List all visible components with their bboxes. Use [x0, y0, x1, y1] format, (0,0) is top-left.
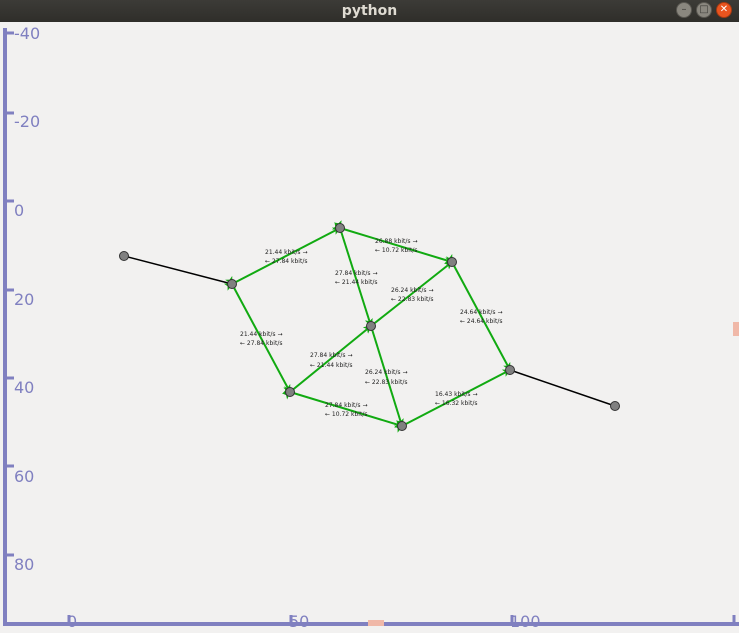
graph-node[interactable] [447, 257, 457, 267]
edge-label: 21.44 kbit/s → [265, 249, 307, 256]
x-tick-label: 100 [510, 612, 541, 631]
maximize-icon: □ [699, 4, 709, 15]
graph-node[interactable] [610, 401, 620, 411]
graph-node[interactable] [119, 251, 129, 261]
edge-label: 24.64 kbit/s → [460, 309, 502, 316]
bottom-edge-marker [368, 620, 384, 626]
y-tick-label: -40 [14, 24, 40, 43]
edge-line [223, 227, 341, 291]
y-tick-label: 20 [14, 290, 34, 309]
graph-node[interactable] [397, 421, 407, 431]
edge-line [282, 325, 372, 400]
edge-label: 26.24 kbit/s → [391, 287, 433, 294]
x-tick-label: 50 [289, 612, 309, 631]
edge-label: ← 24.64 kbit/s [460, 318, 502, 325]
edge-label: ← 21.44 kbit/s [335, 279, 377, 286]
edge-label: ← 27.84 kbit/s [240, 340, 282, 347]
edge-label: ← 10.72 kbit/s [325, 411, 367, 418]
edge-label: 21.44 kbit/s → [240, 331, 282, 338]
graph-node[interactable] [366, 321, 376, 331]
edge-label: ← 10.72 kbit/s [375, 247, 417, 254]
edge-line [365, 318, 404, 427]
close-icon: ✕ [719, 4, 729, 15]
edge-line [363, 261, 453, 334]
nodes [119, 223, 620, 431]
graph-node[interactable] [505, 365, 515, 375]
edge-label: ← 27.84 kbit/s [265, 258, 307, 265]
edge-line [334, 220, 373, 327]
window-titlebar[interactable]: python – □ ✕ [0, 0, 739, 22]
y-tick-label: 80 [14, 555, 34, 574]
edge-label: 27.84 kbit/s → [310, 352, 352, 359]
graph-node[interactable] [285, 387, 295, 397]
graph-node[interactable] [335, 223, 345, 233]
right-edge-marker [733, 322, 739, 336]
y-ticks: -40 -20 0 20 40 60 80 [5, 24, 40, 574]
plot-canvas[interactable]: -40 -20 0 20 40 60 80 0 50 100 21.44 kbi… [0, 22, 739, 633]
edge-line [393, 369, 511, 433]
y-tick-label: 40 [14, 378, 34, 397]
edge-line [225, 275, 291, 393]
y-tick-label: 0 [14, 201, 24, 220]
edge-line [445, 253, 511, 371]
edge-line [332, 222, 453, 264]
edge-label: 27.84 kbit/s → [325, 402, 367, 409]
edge-label: ← 22.83 kbit/s [391, 296, 433, 303]
x-ticks: 0 50 100 [67, 612, 736, 631]
minimize-icon: – [681, 4, 687, 15]
x-tick-label: 0 [67, 612, 77, 631]
edge-label: 26.24 kbit/s → [365, 369, 407, 376]
edge-label: 16.43 kbit/s → [435, 391, 477, 398]
y-tick-label: -20 [14, 112, 40, 131]
maximize-button[interactable]: □ [696, 2, 712, 18]
y-tick-label: 60 [14, 467, 34, 486]
minimize-button[interactable]: – [676, 2, 692, 18]
edge-label: ← 21.44 kbit/s [310, 362, 352, 369]
edge-label: ← 16.32 kbit/s [435, 400, 477, 407]
network-graph: -40 -20 0 20 40 60 80 0 50 100 21.44 kbi… [3, 24, 739, 631]
edge-label: ← 22.83 kbit/s [365, 379, 407, 386]
edge-line [282, 386, 403, 428]
close-button[interactable]: ✕ [716, 2, 732, 18]
graph-node[interactable] [227, 279, 237, 289]
edge-label: 27.84 kbit/s → [335, 270, 377, 277]
window-title: python [341, 3, 398, 19]
edge-line [509, 369, 616, 407]
edge-line [123, 255, 233, 285]
edge-label: 26.88 kbit/s → [375, 238, 417, 245]
